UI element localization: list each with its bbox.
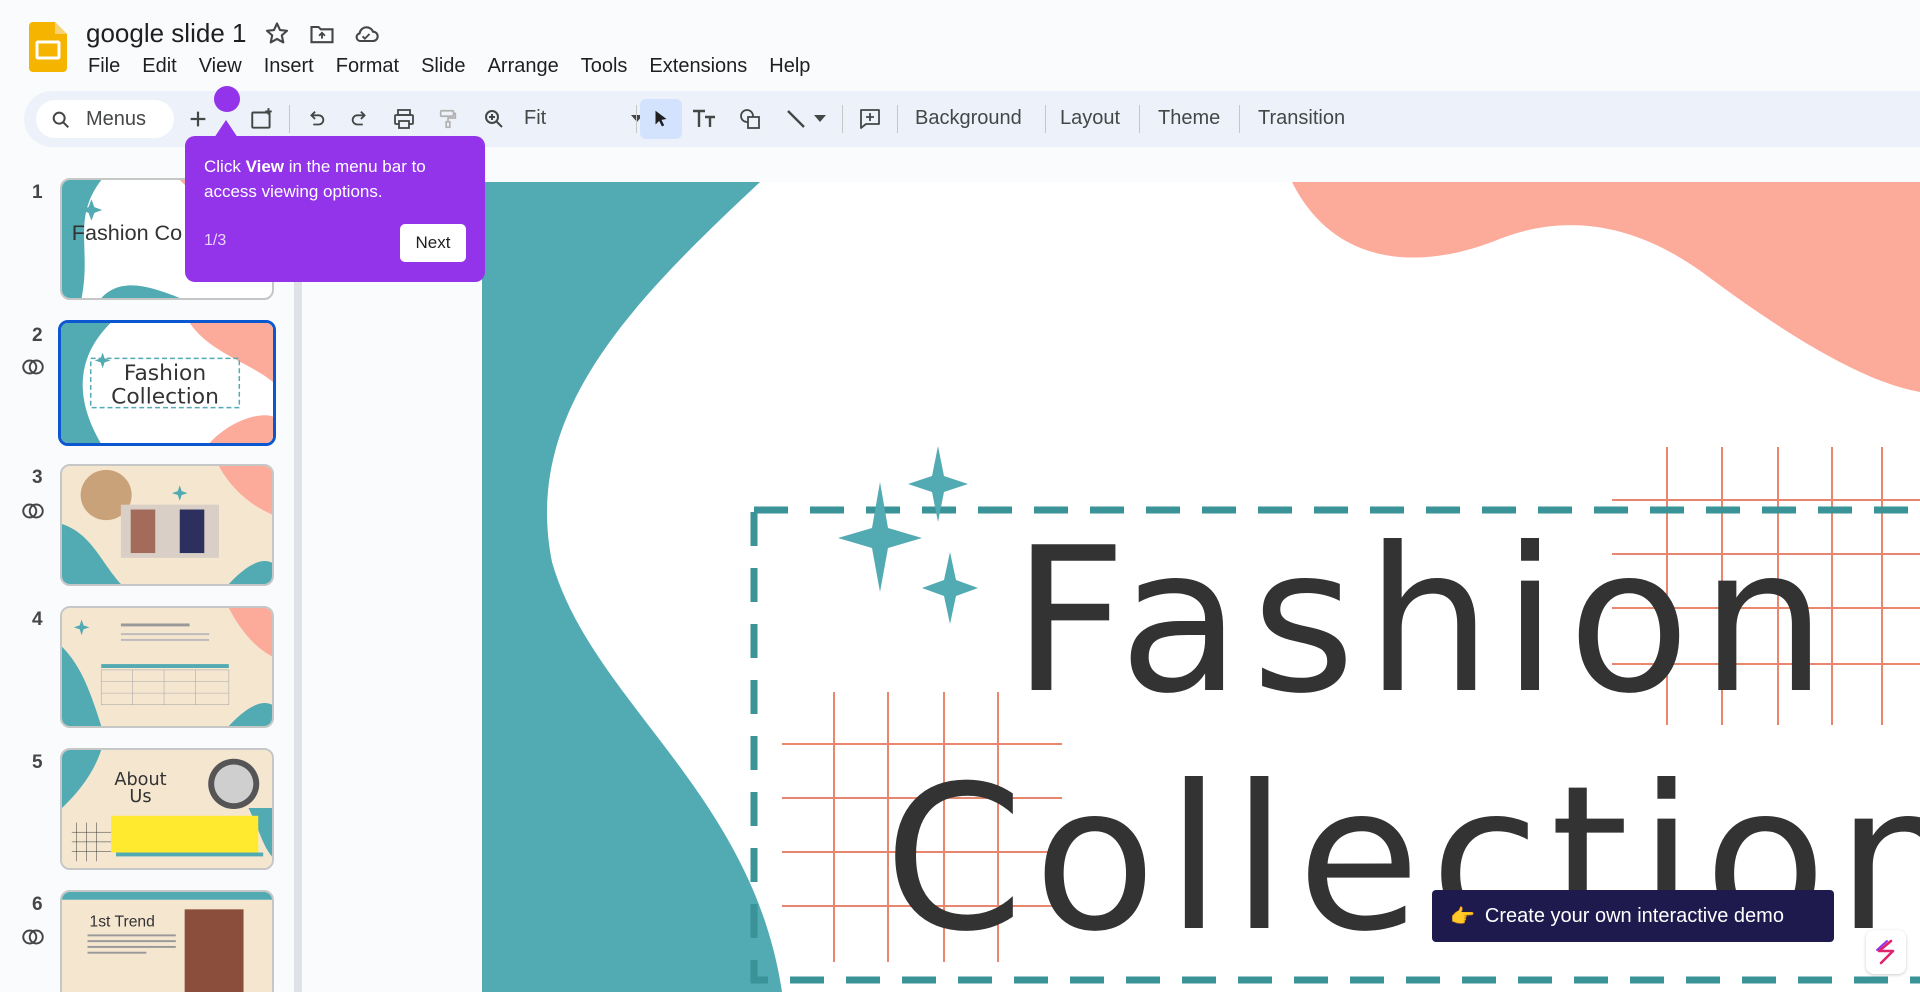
menu-help[interactable]: Help xyxy=(758,52,821,80)
menu-bar: File Edit View Insert Format Slide Arran… xyxy=(77,52,821,80)
linked-object-icon xyxy=(22,929,44,945)
slide-thumbnail-2[interactable]: Fashion Collection xyxy=(58,320,276,446)
slide-number: 6 xyxy=(32,894,43,915)
star-icon[interactable] xyxy=(263,20,291,48)
current-slide[interactable]: Fashion Collection xyxy=(482,182,1920,992)
pointing-hand-icon: 👉 xyxy=(1450,905,1475,928)
slide-6-preview: 1st Trend xyxy=(62,892,272,992)
slide-thumbnail-4[interactable] xyxy=(60,606,274,728)
plus-icon xyxy=(190,111,206,127)
redo-icon xyxy=(351,111,366,126)
line-options-button[interactable] xyxy=(810,103,830,135)
tour-tooltip: Click View in the menu bar to access vie… xyxy=(185,136,485,282)
line-icon xyxy=(787,110,805,128)
zoom-value: Fit xyxy=(524,107,547,129)
slide-3-preview xyxy=(62,466,272,584)
slide-number: 2 xyxy=(32,325,43,346)
slide-5-preview: About Us xyxy=(62,750,272,868)
create-demo-label: Create your own interactive demo xyxy=(1484,904,1784,927)
slide-title-line1: Fashion xyxy=(1012,505,1837,738)
line-button[interactable] xyxy=(780,103,812,135)
tour-hotspot[interactable] xyxy=(214,86,240,112)
tooltip-text-before: Click xyxy=(204,157,246,176)
app-header: google slide 1 File Edit View Insert For… xyxy=(0,0,1920,88)
menu-edit[interactable]: Edit xyxy=(131,52,187,80)
paint-format-icon xyxy=(439,109,457,129)
text-box-icon xyxy=(693,109,715,127)
menu-tools[interactable]: Tools xyxy=(570,52,639,80)
create-demo-banner[interactable]: 👉 Create your own interactive demo xyxy=(1432,890,1834,942)
slide-1-title: Fashion Co xyxy=(72,221,182,245)
toolbar-divider xyxy=(842,105,843,133)
slide-2-preview: Fashion Collection xyxy=(61,323,273,443)
cloud-saved-icon[interactable] xyxy=(352,20,380,48)
add-comment-button[interactable] xyxy=(854,103,886,135)
undo-icon xyxy=(310,111,325,126)
menu-view[interactable]: View xyxy=(188,52,253,80)
new-slide-with-layout-button[interactable] xyxy=(246,103,278,135)
add-comment-icon xyxy=(860,109,880,129)
slides-logo-icon[interactable] xyxy=(29,22,67,72)
slide-2-title-line2: Collection xyxy=(111,385,219,410)
layout-button[interactable]: Layout xyxy=(1060,107,1120,130)
menu-format[interactable]: Format xyxy=(325,52,410,80)
text-box-button[interactable] xyxy=(688,103,720,135)
slide-thumbnail-6[interactable]: 1st Trend xyxy=(60,890,274,992)
search-menus-label: Menus xyxy=(86,108,147,130)
chevron-down-icon xyxy=(814,115,826,122)
menu-insert[interactable]: Insert xyxy=(253,52,325,80)
slide-number: 3 xyxy=(32,467,43,488)
redo-button[interactable] xyxy=(344,103,376,135)
cursor-icon xyxy=(655,110,667,127)
toolbar-divider xyxy=(636,105,637,133)
slide-2-title-line1: Fashion xyxy=(124,361,206,386)
tooltip-text-bold: View xyxy=(245,157,284,176)
undo-button[interactable] xyxy=(300,103,332,135)
toolbar-divider xyxy=(1239,105,1240,133)
theme-button[interactable]: Theme xyxy=(1158,107,1220,130)
slide-2-canvas: Fashion Collection xyxy=(482,182,1920,992)
zoom-select[interactable]: Fit xyxy=(524,103,644,135)
document-title[interactable]: google slide 1 xyxy=(86,18,246,49)
move-folder-icon[interactable] xyxy=(308,20,336,48)
linked-object-icon xyxy=(22,359,44,375)
menu-file[interactable]: File xyxy=(77,52,131,80)
print-icon xyxy=(394,109,414,129)
toolbar-divider xyxy=(1045,105,1046,133)
slide-6-title: 1st Trend xyxy=(89,914,154,931)
slide-4-preview xyxy=(62,608,272,726)
paint-format-button[interactable] xyxy=(432,103,464,135)
tooltip-step-counter: 1/3 xyxy=(204,232,227,249)
print-button[interactable] xyxy=(388,103,420,135)
tooltip-message: Click View in the menu bar to access vie… xyxy=(204,154,474,204)
slide-thumbnail-5[interactable]: About Us xyxy=(60,748,274,870)
search-icon xyxy=(52,111,70,129)
brand-logo-icon[interactable] xyxy=(1866,930,1906,974)
slide-number: 5 xyxy=(32,752,43,773)
slide-5-title-line2: Us xyxy=(129,787,151,807)
menu-extensions[interactable]: Extensions xyxy=(638,52,758,80)
search-menus-button[interactable]: Menus xyxy=(36,100,174,138)
tooltip-next-button[interactable]: Next xyxy=(400,224,466,262)
add-slide-icon xyxy=(251,108,272,129)
transition-button[interactable]: Transition xyxy=(1258,107,1345,130)
toolbar-divider xyxy=(897,105,898,133)
toolbar-divider xyxy=(1139,105,1140,133)
shape-button[interactable] xyxy=(734,103,766,135)
linked-object-icon xyxy=(22,503,44,519)
menu-arrange[interactable]: Arrange xyxy=(477,52,570,80)
zoom-button[interactable] xyxy=(478,103,510,135)
slide-number: 1 xyxy=(32,182,43,203)
shapes-icon xyxy=(740,109,760,129)
menu-slide[interactable]: Slide xyxy=(410,52,476,80)
slide-thumbnail-3[interactable] xyxy=(60,464,274,586)
new-slide-button[interactable] xyxy=(182,103,214,135)
background-button[interactable]: Background xyxy=(915,107,1022,130)
zoom-icon xyxy=(485,110,503,128)
select-tool-button[interactable] xyxy=(640,99,682,139)
slide-number: 4 xyxy=(32,609,43,630)
toolbar-divider xyxy=(289,105,290,133)
